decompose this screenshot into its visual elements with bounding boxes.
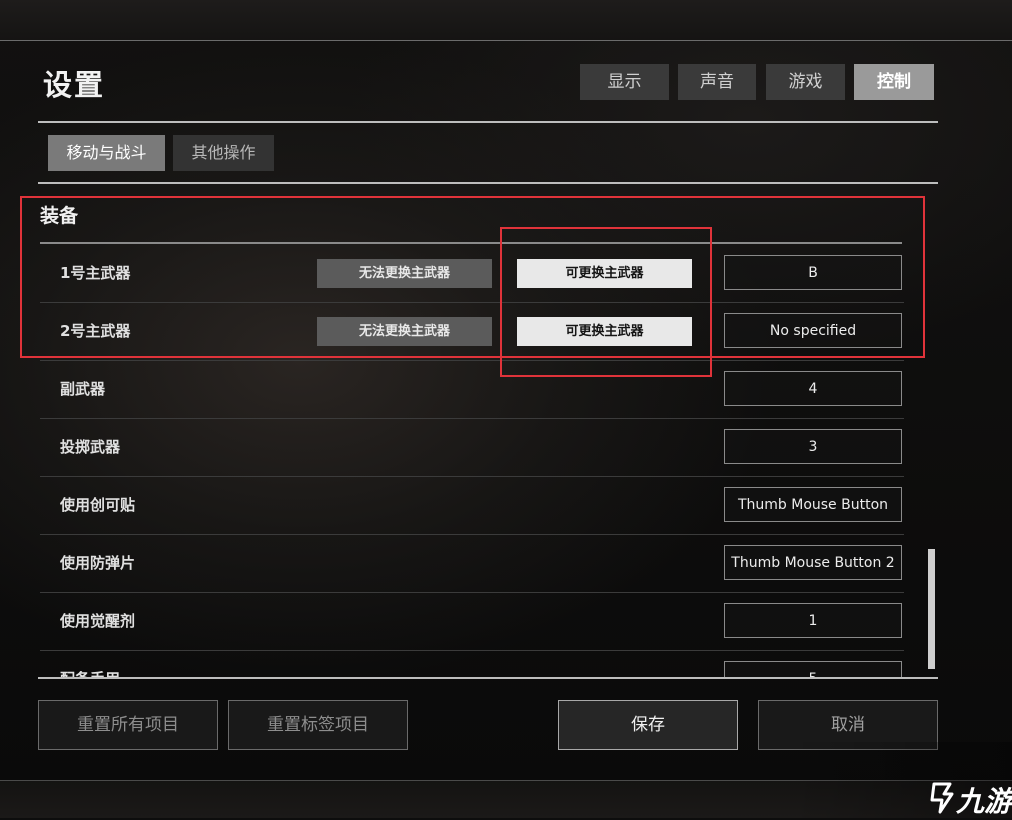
row-label: 使用创可贴 [60, 496, 136, 514]
jiuyou-logo-icon [930, 782, 954, 814]
row-label: 配备手用 [60, 650, 120, 677]
list-scrollbar[interactable] [928, 549, 935, 669]
row-label: 使用觉醒剂 [60, 612, 136, 630]
keybind-button[interactable]: 1 [724, 603, 902, 638]
subtab-movement-combat[interactable]: 移动与战斗 [48, 135, 165, 171]
tab-display[interactable]: 显示 [580, 64, 669, 100]
tab-control[interactable]: 控制 [854, 64, 934, 100]
keybind-button[interactable]: 4 [724, 371, 902, 406]
row-label: 副武器 [60, 380, 106, 398]
row-throwable: 投掷武器 3 [40, 418, 904, 477]
watermark-text: 九游 [956, 785, 1012, 818]
row-label: 使用防弹片 [60, 554, 136, 572]
row-use-stimulant: 使用觉醒剂 1 [40, 592, 904, 651]
row-label: 投掷武器 [60, 438, 121, 456]
row-equip-hand: 配备手用 5 [40, 650, 904, 677]
row-use-armor-plate: 使用防弹片 Thumb Mouse Button 2 [40, 534, 904, 593]
top-strip [0, 0, 1012, 40]
reset-all-button[interactable]: 重置所有项目 [38, 700, 218, 750]
keybind-button[interactable]: 5 [724, 661, 902, 677]
keybind-button[interactable]: 3 [724, 429, 902, 464]
keybind-button[interactable]: Thumb Mouse Button [724, 487, 902, 522]
row-use-bandage: 使用创可贴 Thumb Mouse Button [40, 476, 904, 535]
reset-tab-button[interactable]: 重置标签项目 [228, 700, 408, 750]
tab-game[interactable]: 游戏 [766, 64, 845, 100]
header-divider [38, 121, 938, 123]
save-button[interactable]: 保存 [558, 700, 738, 750]
subtab-other-actions[interactable]: 其他操作 [173, 135, 274, 171]
tab-sound[interactable]: 声音 [678, 64, 756, 100]
highlight-box-equipment [20, 196, 925, 358]
top-divider [0, 40, 1012, 41]
page-title: 设置 [43, 68, 106, 102]
keybind-button[interactable]: Thumb Mouse Button 2 [724, 545, 902, 580]
row-secondary-weapon: 副武器 4 [40, 360, 904, 419]
subtab-divider [38, 182, 938, 184]
footer-divider [38, 677, 938, 679]
highlight-box-swap-option [500, 227, 712, 377]
